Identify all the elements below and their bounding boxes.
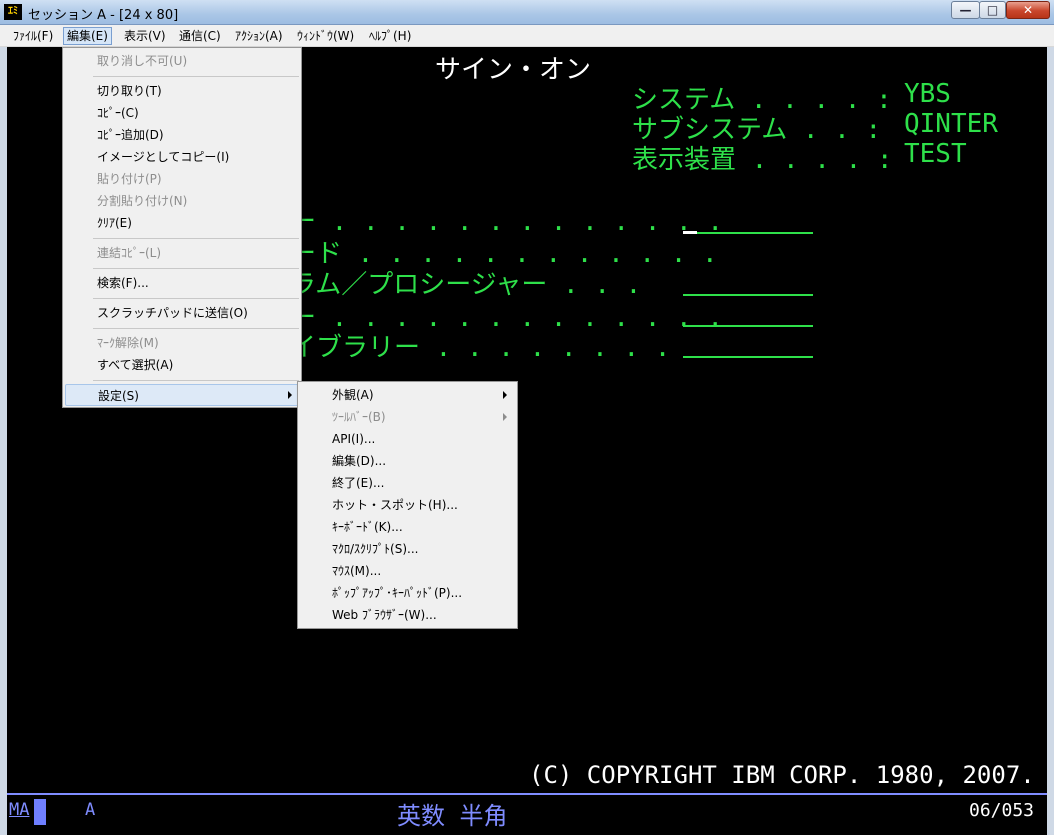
menu-separator (93, 268, 299, 269)
menu-separator (93, 76, 299, 77)
menu-input[interactable] (683, 325, 813, 327)
menu-item-keyboard[interactable]: ｷｰﾎﾞｰﾄﾞ(K)... (300, 516, 515, 538)
menu-window[interactable]: ｳｨﾝﾄﾞｳ(W) (294, 27, 357, 45)
menu-item-clear[interactable]: ｸﾘｱ(E) (65, 212, 299, 234)
menu-help[interactable]: ﾍﾙﾌﾟ(H) (366, 27, 414, 45)
field-label-library: イブラリー . . . . . . . . (290, 333, 671, 363)
screen-title: サイン・オン (435, 55, 592, 85)
menu-separator (93, 380, 299, 381)
menu-action[interactable]: ｱｸｼｮﾝ(A) (232, 27, 286, 45)
menu-edit[interactable]: 編集(E) (63, 27, 112, 45)
menu-view[interactable]: 表示(V) (121, 27, 169, 45)
maximize-button[interactable]: □ (979, 1, 1006, 19)
menu-item-mouse[interactable]: ﾏｳｽ(M)... (300, 560, 515, 582)
status-ime: 英数 半角 (397, 802, 508, 830)
status-cursor-block (34, 799, 46, 825)
menu-separator (93, 238, 299, 239)
menu-item-api[interactable]: API(I)... (300, 428, 515, 450)
library-input[interactable] (683, 356, 813, 358)
status-mode: A (85, 800, 96, 820)
close-button[interactable]: ✕ (1006, 1, 1050, 19)
menu-item-unmark[interactable]: ﾏｰｸ解除(M) (65, 332, 299, 354)
app-icon: ｴﾐ (4, 4, 22, 20)
menu-item-link-copy[interactable]: 連結ｺﾋﾟｰ(L) (65, 242, 299, 264)
status-ma: MA (9, 800, 30, 820)
menu-file[interactable]: ﾌｧｲﾙ(F) (10, 27, 56, 45)
menu-item-copy-image[interactable]: イメージとしてコピー(I) (65, 146, 299, 168)
submenu-arrow-icon (503, 391, 507, 399)
status-line: MA A 英数 半角 06/053 (7, 793, 1047, 830)
menu-item-toolbar[interactable]: ﾂｰﾙﾊﾞｰ(B) (300, 406, 515, 428)
menu-item-paste[interactable]: 貼り付け(P) (65, 168, 299, 190)
submenu-arrow-icon (503, 413, 507, 421)
field-label-program: ラム／プロシージャー . . . (290, 270, 642, 300)
window-frame-left (0, 47, 7, 835)
user-input[interactable] (697, 232, 813, 234)
minimize-button[interactable]: — (951, 1, 980, 19)
menu-item-exit[interactable]: 終了(E)... (300, 472, 515, 494)
submenu-arrow-icon (288, 391, 292, 399)
menu-item-copy-append[interactable]: ｺﾋﾟｰ追加(D) (65, 124, 299, 146)
menu-item-undo[interactable]: 取り消し不可(U) (65, 50, 299, 72)
menu-item-appearance[interactable]: 外観(A) (300, 384, 515, 406)
text-cursor (683, 231, 697, 234)
menu-communication[interactable]: 通信(C) (176, 27, 224, 45)
menu-item-web-browser[interactable]: Web ﾌﾞﾗｳｻﾞｰ(W)... (300, 604, 515, 626)
menu-item-macro[interactable]: ﾏｸﾛ/ｽｸﾘﾌﾟﾄ(S)... (300, 538, 515, 560)
display-label: 表示装置 . . . . : (632, 145, 893, 175)
menu-item-hotspot[interactable]: ホット・スポット(H)... (300, 494, 515, 516)
window-titlebar: ｴﾐ セッション A - [24 x 80] — □ ✕ (0, 0, 1054, 25)
menu-item-scratchpad[interactable]: スクラッチパッドに送信(O) (65, 302, 299, 324)
menu-item-popup-keypad[interactable]: ﾎﾟｯﾌﾟｱｯﾌﾟ･ｷｰﾊﾟｯﾄﾞ(P)... (300, 582, 515, 604)
menu-item-settings[interactable]: 設定(S) (65, 384, 299, 406)
menu-bar: ﾌｧｲﾙ(F) 編集(E) 表示(V) 通信(C) ｱｸｼｮﾝ(A) ｳｨﾝﾄﾞ… (0, 25, 1054, 47)
menu-item-select-all[interactable]: すべて選択(A) (65, 354, 299, 376)
menu-item-paste-split[interactable]: 分割貼り付け(N) (65, 190, 299, 212)
menu-item-cut[interactable]: 切り取り(T) (65, 80, 299, 102)
status-cursor-position: 06/053 (969, 800, 1035, 821)
menu-separator (93, 298, 299, 299)
window-title: セッション A - [24 x 80] (28, 8, 179, 23)
menu-item-copy[interactable]: ｺﾋﾟｰ(C) (65, 102, 299, 124)
system-value: YBS (904, 79, 951, 109)
copyright-text: (C) COPYRIGHT IBM CORP. 1980, 2007. (529, 761, 1035, 789)
window-frame-right (1047, 47, 1054, 835)
display-value: TEST (904, 139, 967, 169)
menu-item-edit-settings[interactable]: 編集(D)... (300, 450, 515, 472)
edit-menu: 取り消し不可(U) 切り取り(T) ｺﾋﾟｰ(C) ｺﾋﾟｰ追加(D) イメージ… (62, 47, 302, 408)
menu-separator (93, 328, 299, 329)
menu-item-find[interactable]: 検索(F)... (65, 272, 299, 294)
subsystem-value: QINTER (904, 109, 998, 139)
program-input[interactable] (683, 294, 813, 296)
settings-submenu: 外観(A) ﾂｰﾙﾊﾞｰ(B) API(I)... 編集(D)... 終了(E)… (297, 381, 518, 629)
